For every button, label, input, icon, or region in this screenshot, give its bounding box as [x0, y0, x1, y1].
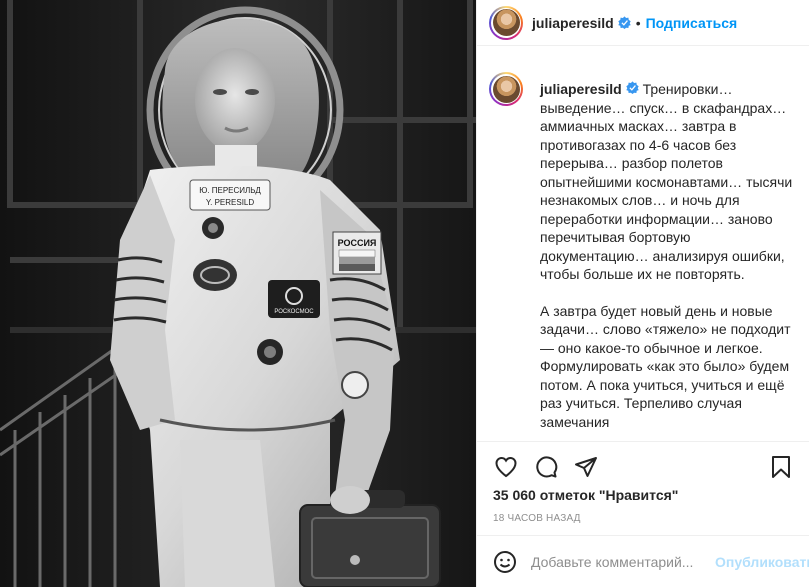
- post-photo[interactable]: Ю. ПЕРЕСИЛЬД Y. PERESILD РОСКОСМОС РОССИ…: [0, 0, 476, 587]
- post-sidebar: juliaperesild • Подписаться juliaperesil…: [476, 0, 809, 587]
- caption-text: juliaperesild Тренировки… выведение… спу…: [540, 80, 800, 440]
- heart-icon[interactable]: [493, 454, 519, 480]
- nametag-line1: Ю. ПЕРЕСИЛЬД: [199, 186, 261, 195]
- bookmark-icon[interactable]: [768, 454, 794, 480]
- paper-plane-icon[interactable]: [573, 454, 599, 480]
- avatar[interactable]: [489, 5, 523, 40]
- verified-badge-icon: [626, 81, 639, 94]
- avatar-image: [492, 75, 520, 103]
- nametag-line2: Y. PERESILD: [206, 198, 255, 207]
- caption-paragraph-2: А завтра будет новый день и новые задачи…: [540, 302, 791, 430]
- patch-country: РОССИЯ: [338, 238, 377, 248]
- caption-username-link[interactable]: juliaperesild: [540, 81, 622, 97]
- username-link[interactable]: juliaperesild: [532, 15, 614, 31]
- follow-button[interactable]: Подписаться: [646, 15, 738, 31]
- patch-agency: РОСКОСМОС: [274, 309, 314, 315]
- likes-count[interactable]: 35 060 отметок "Нравится": [493, 487, 678, 503]
- caption-avatar[interactable]: [489, 72, 523, 106]
- smiley-icon[interactable]: [493, 549, 517, 575]
- post-timestamp[interactable]: 18 ЧАСОВ НАЗАД: [493, 513, 581, 524]
- add-comment-bar: Опубликовать: [477, 535, 809, 587]
- separator-dot: •: [635, 14, 641, 31]
- post-header: juliaperesild • Подписаться: [477, 0, 809, 46]
- publish-button[interactable]: Опубликовать: [715, 554, 809, 570]
- caption-paragraph-1: Тренировки… выведение… спуск… в скафандр…: [540, 81, 793, 282]
- astronaut-photo: Ю. ПЕРЕСИЛЬД Y. PERESILD РОСКОСМОС РОССИ…: [0, 0, 476, 587]
- verified-badge-icon: [618, 16, 631, 29]
- comment-input[interactable]: [531, 553, 711, 570]
- comment-icon[interactable]: [533, 454, 559, 480]
- avatar-image: [492, 9, 520, 36]
- caption-area: juliaperesild Тренировки… выведение… спу…: [477, 62, 809, 440]
- action-bar: [477, 441, 809, 491]
